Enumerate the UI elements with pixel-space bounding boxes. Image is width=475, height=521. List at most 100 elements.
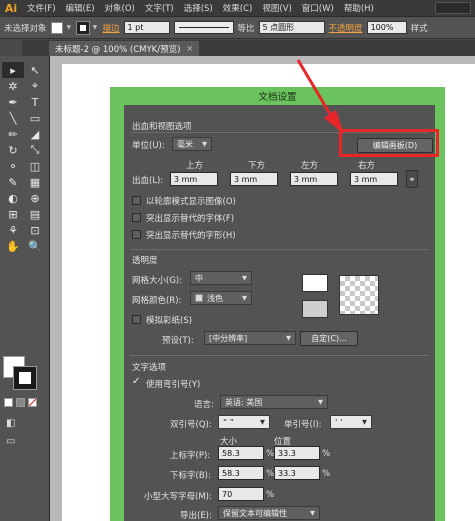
dialog-title: 文档设置 (258, 92, 297, 103)
bleed-left-input[interactable]: 3 mm (290, 172, 338, 186)
chevron-down-icon: ▼ (310, 509, 315, 517)
menu-view[interactable]: 视图(V) (257, 2, 296, 14)
small-caps-input[interactable]: 70 (218, 487, 264, 501)
left-label: 左方 (301, 161, 319, 171)
bleed-bottom-input[interactable]: 3 mm (230, 172, 278, 186)
control-bar: 未选择对象 ▼ ▼ 描边 1 pt 等比 5 点圆形 不透明度 100% 样式 (0, 17, 475, 39)
superscript-position-input[interactable]: 33.3 (274, 446, 320, 460)
grid-size-value: 中 (195, 273, 203, 283)
bleed-right-input[interactable]: 3 mm (350, 172, 398, 186)
export-dropdown[interactable]: 保留文本可编辑性 ▼ (218, 506, 320, 520)
simulate-paper-checkbox[interactable] (132, 315, 141, 324)
tool-20-icon[interactable]: ⚘ (2, 222, 24, 238)
menu-object[interactable]: 对象(O) (100, 2, 140, 14)
chevron-down-icon: ▼ (318, 398, 323, 406)
tool-18-icon[interactable]: ⊞ (2, 206, 24, 222)
tool-16-icon[interactable]: ◐ (2, 190, 24, 206)
menu-window[interactable]: 窗口(W) (297, 2, 339, 14)
single-quotes-dropdown[interactable]: ‘ ’ ▼ (330, 415, 372, 429)
subscript-position-input[interactable]: 33.3 (274, 466, 320, 480)
tool-13-icon[interactable]: ◫ (24, 158, 46, 174)
menu-file[interactable]: 文件(F) (22, 2, 61, 14)
tool-21-icon[interactable]: ⊡ (24, 222, 46, 238)
color-mode-button[interactable] (4, 398, 13, 407)
menu-type[interactable]: 文字(T) (140, 2, 179, 14)
stroke-label[interactable]: 描边 (103, 22, 120, 34)
tool-6-icon[interactable]: ╲ (2, 110, 24, 126)
draw-mode-icon[interactable]: ◧ (6, 418, 15, 429)
search-input[interactable] (435, 2, 471, 14)
bleed-label: 出血(L): (132, 176, 164, 186)
grid-size-dropdown[interactable]: 中 ▼ (190, 271, 252, 285)
tool-4-icon[interactable]: ✒ (2, 94, 24, 110)
grid-size-label: 网格大小(G): (132, 276, 183, 286)
double-quotes-dropdown[interactable]: “ ” ▼ (218, 415, 270, 429)
single-quotes-value: ‘ ’ (335, 417, 343, 427)
chevron-down-icon: ▼ (286, 334, 291, 342)
preset-value: [中分辨率] (209, 333, 248, 343)
screen-mode-icon[interactable]: ▭ (6, 436, 15, 447)
fill-swatch[interactable] (50, 21, 63, 34)
chevron-down-icon: ▼ (260, 418, 265, 426)
document-tab[interactable]: 未标题-2 @ 100% (CMYK/预览) × (49, 41, 200, 56)
opacity-label[interactable]: 不透明度 (329, 22, 363, 34)
substituted-fonts-label: 突出显示替代的字体(F) (146, 214, 235, 224)
right-label: 右方 (358, 161, 376, 171)
stroke-swatch[interactable] (75, 20, 90, 35)
stroke-color-swatch[interactable] (13, 366, 37, 390)
highlight-annotation-box (339, 129, 439, 157)
grid-color-1-swatch[interactable] (302, 274, 328, 292)
tool-0-icon[interactable]: ▸ (2, 62, 24, 78)
tool-17-icon[interactable]: ⊕ (24, 190, 46, 206)
close-icon[interactable]: × (186, 44, 193, 53)
variable-width-profile[interactable] (173, 21, 234, 34)
preset-dropdown[interactable]: [中分辨率] ▼ (204, 331, 296, 345)
document-tab-title: 未标题-2 @ 100% (CMYK/预览) (55, 44, 181, 55)
tool-9-icon[interactable]: ◢ (24, 126, 46, 142)
tool-10-icon[interactable]: ↻ (2, 142, 24, 158)
link-icon[interactable]: ⚭ (406, 170, 418, 188)
tool-23-icon[interactable]: 🔍 (24, 238, 46, 254)
tool-15-icon[interactable]: ▦ (24, 174, 46, 190)
tool-14-icon[interactable]: ✎ (2, 174, 24, 190)
tool-12-icon[interactable]: ⚬ (2, 158, 24, 174)
gradient-mode-button[interactable] (16, 398, 25, 407)
percent-label: % (322, 449, 331, 459)
stroke-weight-field[interactable]: 1 pt (123, 21, 170, 34)
substituted-glyphs-checkbox[interactable] (132, 230, 141, 239)
tool-3-icon[interactable]: ⌖ (24, 78, 46, 94)
tool-11-icon[interactable]: ⤡ (24, 142, 46, 158)
menu-help[interactable]: 帮助(H) (339, 2, 379, 14)
chevron-down-icon[interactable]: ▼ (67, 23, 73, 33)
tool-19-icon[interactable]: ▤ (24, 206, 46, 222)
type-section-heading: 文字选项 (132, 363, 167, 373)
bleed-top-input[interactable]: 3 mm (170, 172, 218, 186)
outline-mode-checkbox[interactable] (132, 196, 141, 205)
none-mode-button[interactable] (28, 398, 37, 407)
unit-dropdown[interactable]: 毫米 ▼ (172, 137, 212, 151)
language-value: 英语: 美国 (225, 397, 263, 407)
grid-colors-dropdown[interactable]: 浅色 ▼ (190, 291, 252, 305)
tool-5-icon[interactable]: T (24, 94, 46, 110)
custom-button[interactable]: 自定(C)... (300, 331, 358, 346)
grid-color-2-swatch[interactable] (302, 300, 328, 318)
checkmark-icon[interactable]: ✓ (132, 376, 140, 387)
chevron-down-icon[interactable]: ▼ (93, 23, 99, 33)
substituted-fonts-checkbox[interactable] (132, 213, 141, 222)
tool-8-icon[interactable]: ✏ (2, 126, 24, 142)
language-dropdown[interactable]: 英语: 美国 ▼ (220, 395, 328, 409)
menu-select[interactable]: 选择(S) (179, 2, 218, 14)
opacity-field[interactable]: 100% (366, 21, 407, 34)
bottom-label: 下方 (248, 161, 266, 171)
subscript-size-input[interactable]: 58.3 (218, 466, 264, 480)
tool-2-icon[interactable]: ✲ (2, 78, 24, 94)
menu-edit[interactable]: 编辑(E) (61, 2, 100, 14)
superscript-size-input[interactable]: 58.3 (218, 446, 264, 460)
top-label: 上方 (186, 161, 204, 171)
tool-1-icon[interactable]: ↖ (24, 62, 46, 78)
tool-7-icon[interactable]: ▭ (24, 110, 46, 126)
brush-definition[interactable]: 5 点圆形 (258, 21, 325, 34)
menu-effect[interactable]: 效果(C) (218, 2, 258, 14)
tool-22-icon[interactable]: ✋ (2, 238, 24, 254)
outline-mode-label: 以轮廓模式显示图像(O) (146, 197, 236, 207)
